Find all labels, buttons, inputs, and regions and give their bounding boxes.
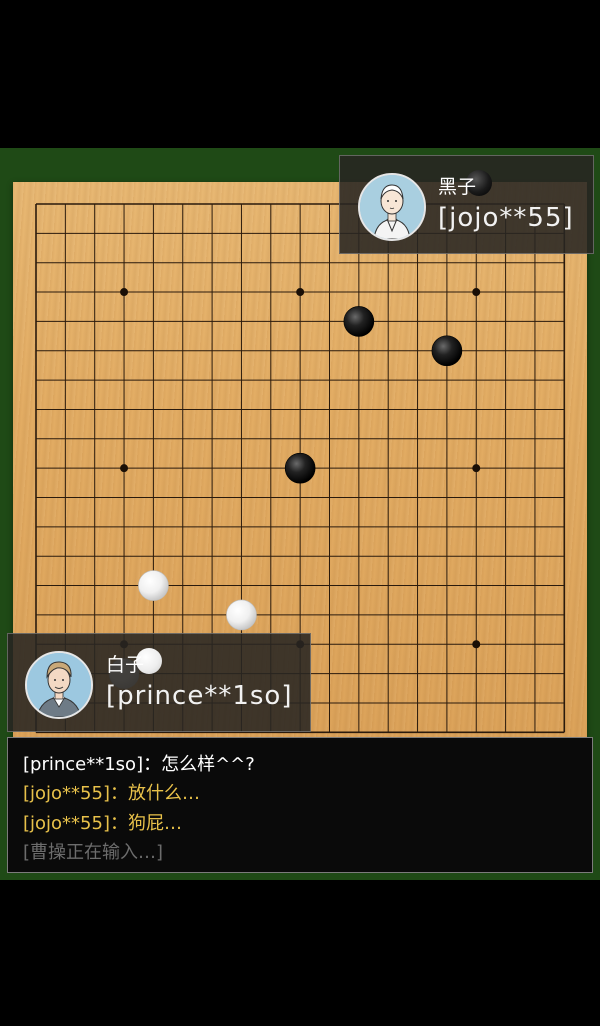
- star-point: [472, 288, 481, 297]
- woman-portrait-avatar[interactable]: [358, 173, 426, 241]
- white-stone: [226, 599, 257, 631]
- black-color-label: 黑子: [438, 176, 477, 198]
- black-stone: [343, 306, 375, 337]
- star-point: [120, 288, 129, 297]
- black-stone: [431, 335, 463, 367]
- chat-message: [jojo**55]：狗屁…: [23, 813, 182, 834]
- white-color-label: 白子: [106, 654, 145, 676]
- chat-message: [jojo**55]：放什么…: [23, 783, 200, 804]
- star-point: [472, 464, 481, 473]
- white-stone: [138, 570, 169, 601]
- typing-indicator: [曹操正在输入…]: [23, 842, 164, 863]
- star-point: [296, 288, 305, 297]
- white-player-panel: 白子 [prince**1so]: [7, 633, 311, 732]
- chat-box: [prince**1so]：怎么样^^? [jojo**55]：放什么… [jo…: [7, 737, 593, 873]
- white-player-name: [prince**1so]: [106, 681, 293, 711]
- star-point: [120, 464, 129, 473]
- black-stone: [284, 452, 316, 484]
- game-screen: 黑子 [jojo**55] 白子 [prince**1so] [prince**…: [0, 0, 600, 1026]
- man-portrait-avatar[interactable]: [25, 651, 93, 719]
- chat-message: [prince**1so]：怎么样^^?: [23, 754, 255, 775]
- black-player-name: [jojo**55]: [438, 203, 574, 233]
- black-player-panel: 黑子 [jojo**55]: [339, 155, 594, 254]
- star-point: [472, 640, 481, 649]
